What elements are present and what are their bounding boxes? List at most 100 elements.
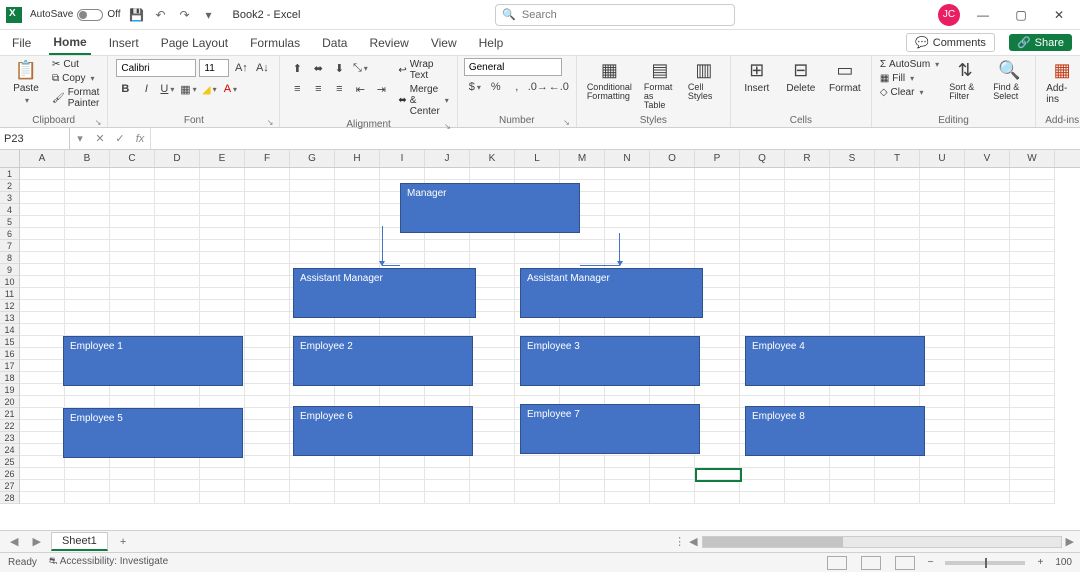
undo-icon[interactable]: ↶ — [153, 7, 169, 23]
enter-formula-icon[interactable]: ✓ — [110, 132, 130, 145]
cell[interactable] — [875, 468, 920, 480]
merge-center-button[interactable]: ⬌ Merge & Center▾ — [396, 83, 450, 118]
cell[interactable] — [920, 360, 965, 372]
cell[interactable] — [1010, 264, 1055, 276]
sheet-tab-sheet1[interactable]: Sheet1 — [51, 532, 108, 551]
cell[interactable] — [245, 432, 290, 444]
cell[interactable] — [965, 300, 1010, 312]
cell[interactable] — [875, 300, 920, 312]
cell[interactable] — [65, 492, 110, 504]
scroll-left-icon[interactable]: ◀ — [689, 535, 697, 548]
cell[interactable] — [20, 264, 65, 276]
cell[interactable] — [875, 192, 920, 204]
cell[interactable] — [740, 456, 785, 468]
cell[interactable] — [65, 300, 110, 312]
cell[interactable] — [650, 204, 695, 216]
row-header[interactable]: 4 — [0, 204, 20, 216]
row-header[interactable]: 10 — [0, 276, 20, 288]
row-header[interactable]: 20 — [0, 396, 20, 408]
cell[interactable] — [65, 240, 110, 252]
cell[interactable] — [20, 228, 65, 240]
column-header[interactable]: R — [785, 150, 830, 167]
switch-icon[interactable] — [77, 9, 103, 21]
row-header[interactable]: 16 — [0, 348, 20, 360]
cell[interactable] — [155, 240, 200, 252]
cell[interactable] — [740, 180, 785, 192]
cell[interactable] — [1010, 192, 1055, 204]
alignment-launcher-icon[interactable]: ↘ — [444, 122, 451, 131]
cell[interactable] — [470, 396, 515, 408]
cell[interactable] — [470, 468, 515, 480]
cell[interactable] — [830, 252, 875, 264]
cell[interactable] — [695, 456, 740, 468]
zoom-value[interactable]: 100 — [1055, 557, 1072, 568]
cell[interactable] — [65, 324, 110, 336]
cell[interactable] — [110, 312, 155, 324]
cell[interactable] — [470, 336, 515, 348]
column-header[interactable]: N — [605, 150, 650, 167]
cell[interactable] — [830, 228, 875, 240]
cell[interactable] — [245, 372, 290, 384]
row-header[interactable]: 23 — [0, 432, 20, 444]
row-header[interactable]: 14 — [0, 324, 20, 336]
cell[interactable] — [1010, 408, 1055, 420]
cell[interactable] — [290, 204, 335, 216]
font-size-select[interactable] — [199, 59, 229, 77]
cell[interactable] — [965, 480, 1010, 492]
cell[interactable] — [425, 480, 470, 492]
cell[interactable] — [695, 408, 740, 420]
cell[interactable] — [290, 252, 335, 264]
cell[interactable] — [200, 324, 245, 336]
cell[interactable] — [380, 456, 425, 468]
column-header[interactable]: V — [965, 150, 1010, 167]
cell[interactable] — [740, 300, 785, 312]
cell[interactable] — [245, 288, 290, 300]
close-button[interactable]: ✕ — [1044, 0, 1074, 29]
cell[interactable] — [155, 204, 200, 216]
cell[interactable] — [1010, 420, 1055, 432]
cell[interactable] — [470, 408, 515, 420]
cell[interactable] — [650, 168, 695, 180]
column-header[interactable]: I — [380, 150, 425, 167]
cell[interactable] — [65, 288, 110, 300]
format-as-table-button[interactable]: ▤Format as Table — [640, 58, 680, 112]
fx-icon[interactable]: fx — [130, 133, 150, 145]
cell[interactable] — [830, 204, 875, 216]
cell[interactable] — [1010, 432, 1055, 444]
page-break-view-icon[interactable] — [895, 556, 915, 570]
cell[interactable] — [20, 372, 65, 384]
cell[interactable] — [245, 444, 290, 456]
add-sheet-button[interactable]: + — [114, 536, 132, 548]
column-header[interactable]: A — [20, 150, 65, 167]
cell[interactable] — [965, 432, 1010, 444]
cell[interactable] — [425, 168, 470, 180]
row-header[interactable]: 15 — [0, 336, 20, 348]
cell[interactable] — [605, 468, 650, 480]
cell[interactable] — [155, 192, 200, 204]
cell[interactable] — [290, 492, 335, 504]
cell[interactable] — [20, 336, 65, 348]
cell[interactable] — [650, 228, 695, 240]
increase-decimal-icon[interactable]: .0→ — [529, 78, 547, 96]
cell[interactable] — [650, 240, 695, 252]
cell[interactable] — [20, 384, 65, 396]
save-icon[interactable]: 💾 — [129, 7, 145, 23]
cell[interactable] — [650, 468, 695, 480]
cell[interactable] — [920, 444, 965, 456]
cell[interactable] — [1010, 444, 1055, 456]
cell[interactable] — [920, 492, 965, 504]
cell[interactable] — [290, 228, 335, 240]
cell[interactable] — [245, 252, 290, 264]
cell[interactable] — [605, 240, 650, 252]
cell[interactable] — [1010, 360, 1055, 372]
cell[interactable] — [965, 372, 1010, 384]
row-header[interactable]: 28 — [0, 492, 20, 504]
cell[interactable] — [245, 324, 290, 336]
cell[interactable] — [155, 396, 200, 408]
shape-employee-2[interactable]: Employee 2 — [293, 336, 473, 386]
cell[interactable] — [200, 264, 245, 276]
cell[interactable] — [605, 456, 650, 468]
orientation-icon[interactable]: ⤡▾ — [351, 59, 369, 77]
cell[interactable] — [875, 276, 920, 288]
name-box[interactable]: P23 — [0, 128, 70, 149]
